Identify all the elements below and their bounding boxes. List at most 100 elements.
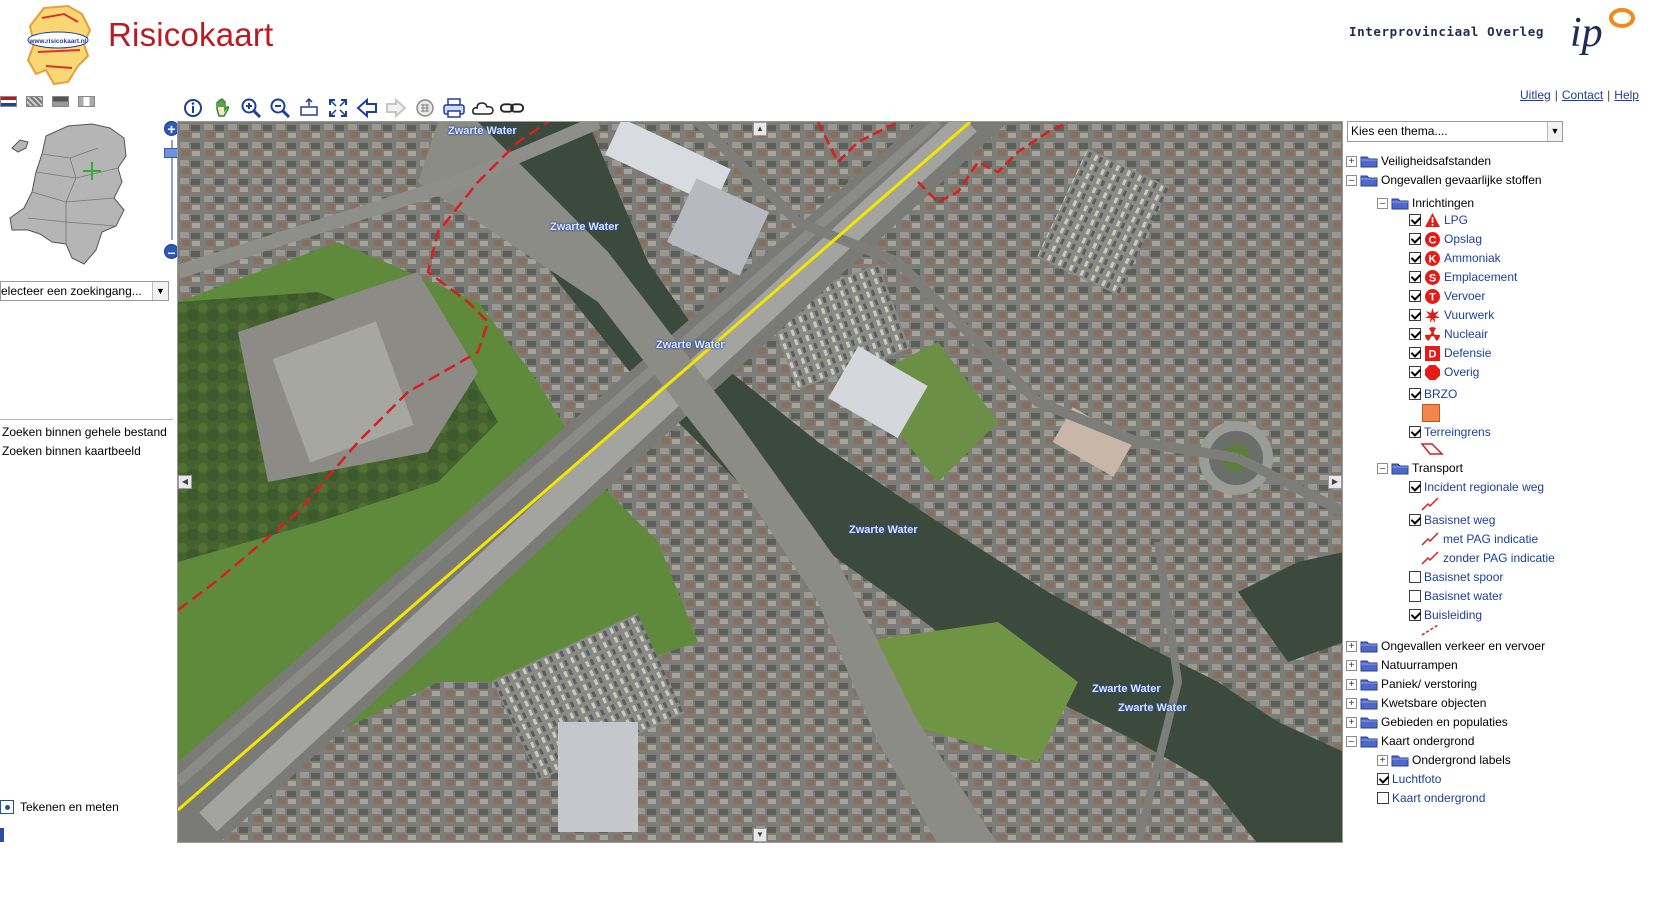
- checkbox[interactable]: [1409, 347, 1421, 359]
- link-icon[interactable]: [499, 96, 525, 120]
- folder-open-icon: [1360, 175, 1378, 187]
- tree-ongevallen-gevaarlijke-stoffen[interactable]: – Ongevallen gevaarlijke stoffen: [1346, 171, 1542, 189]
- overview-map[interactable]: [6, 118, 134, 268]
- pan-down-button[interactable]: ▼: [753, 828, 767, 842]
- layer-incident-regionale-weg[interactable]: Incident regionale weg: [1409, 478, 1544, 496]
- layer-lpg[interactable]: LPG: [1409, 211, 1468, 229]
- collapse-icon[interactable]: –: [1377, 197, 1388, 209]
- chevron-down-icon[interactable]: ▼: [152, 282, 168, 300]
- gray-style-icon[interactable]: [52, 96, 69, 107]
- checkbox[interactable]: [1409, 328, 1421, 340]
- folder-open-icon: [1391, 463, 1409, 475]
- tree-gebieden-populaties[interactable]: + Gebieden en populaties: [1346, 713, 1508, 731]
- tree-natuurrampen[interactable]: + Natuurrampen: [1346, 656, 1458, 674]
- print-icon[interactable]: [441, 96, 467, 120]
- layer-opslag[interactable]: C Opslag: [1409, 230, 1482, 248]
- uitleg-link[interactable]: Uitleg: [1520, 88, 1551, 102]
- expand-icon[interactable]: +: [1346, 155, 1357, 167]
- tree-paniek-verstoring[interactable]: + Paniek/ verstoring: [1346, 675, 1477, 693]
- collapse-icon[interactable]: –: [1377, 462, 1388, 474]
- checkbox[interactable]: [1377, 792, 1389, 804]
- expand-icon[interactable]: +: [1377, 754, 1388, 766]
- layer-luchtfoto[interactable]: Luchtfoto: [1377, 770, 1441, 788]
- info-icon[interactable]: [180, 96, 206, 120]
- pan-right-button[interactable]: ▶: [1328, 475, 1342, 489]
- dutch-flag-icon[interactable]: [0, 96, 17, 107]
- layer-terreingrens[interactable]: Terreingrens: [1409, 423, 1491, 441]
- help-link[interactable]: Help: [1614, 88, 1639, 102]
- pan-up-button[interactable]: ▲: [753, 122, 767, 136]
- checkbox[interactable]: [1409, 366, 1421, 378]
- tree-kaart-ondergrond[interactable]: – Kaart ondergrond: [1346, 732, 1474, 750]
- checkbox[interactable]: [1409, 388, 1421, 400]
- expand-icon[interactable]: +: [1346, 659, 1357, 671]
- layer-nucleair[interactable]: Nucleair: [1409, 325, 1488, 343]
- search-entry-select[interactable]: electeer een zoekingang... ▼: [0, 281, 169, 301]
- tree-inrichtingen[interactable]: – Inrichtingen: [1377, 194, 1474, 212]
- checkbox[interactable]: [1409, 252, 1421, 264]
- checkbox[interactable]: [1409, 590, 1421, 602]
- zoom-extent-icon[interactable]: [296, 96, 322, 120]
- legend-label: zonder PAG indicatie: [1443, 551, 1555, 565]
- checkbox[interactable]: [1409, 481, 1421, 493]
- overig-icon: [1425, 364, 1440, 380]
- checkbox[interactable]: [1409, 214, 1421, 226]
- english-flag-icon[interactable]: [26, 96, 43, 107]
- checkbox[interactable]: [1409, 514, 1421, 526]
- layer-vervoer[interactable]: T Vervoer: [1409, 287, 1485, 305]
- print-style-icon[interactable]: [78, 96, 95, 107]
- layer-overig[interactable]: Overig: [1409, 363, 1479, 381]
- layer-basisnet-water[interactable]: Basisnet water: [1409, 587, 1503, 605]
- layer-buisleiding[interactable]: Buisleiding: [1409, 606, 1482, 624]
- pan-hand-icon[interactable]: [209, 96, 235, 120]
- search-map-view-option[interactable]: Zoeken binnen kaartbeeld: [2, 444, 141, 458]
- layer-basisnet-spoor[interactable]: Basisnet spoor: [1409, 568, 1503, 586]
- checkbox[interactable]: [1377, 773, 1389, 785]
- layer-basisnet-weg[interactable]: Basisnet weg: [1409, 511, 1495, 529]
- layer-brzo[interactable]: BRZO: [1409, 385, 1457, 403]
- map-view[interactable]: Zwarte Water Zwarte Water Zwarte Water Z…: [177, 121, 1343, 843]
- expand-icon[interactable]: +: [1346, 678, 1357, 690]
- chevron-down-icon[interactable]: ▼: [1547, 122, 1562, 141]
- layer-emplacement[interactable]: S Emplacement: [1409, 268, 1517, 286]
- previous-extent-icon[interactable]: [354, 96, 380, 120]
- checkbox[interactable]: [1409, 233, 1421, 245]
- zoom-out-icon[interactable]: [267, 96, 293, 120]
- theme-select[interactable]: Kies een thema.... ▼: [1347, 121, 1563, 142]
- table-icon[interactable]: [412, 96, 438, 120]
- full-extent-icon[interactable]: [325, 96, 351, 120]
- layer-vuurwerk[interactable]: Vuurwerk: [1409, 306, 1494, 324]
- collapse-icon[interactable]: –: [1346, 174, 1357, 186]
- tree-veiligheidsafstanden[interactable]: + Veiligheidsafstanden: [1346, 152, 1491, 170]
- next-extent-icon[interactable]: [383, 96, 409, 120]
- layer-label: Overig: [1444, 365, 1480, 379]
- zoom-in-icon[interactable]: [238, 96, 264, 120]
- expand-icon[interactable]: +: [1346, 716, 1357, 728]
- tree-ongevallen-verkeer[interactable]: + Ongevallen verkeer en vervoer: [1346, 637, 1545, 655]
- contact-link[interactable]: Contact: [1562, 88, 1603, 102]
- checkbox[interactable]: [1409, 426, 1421, 438]
- draw-measure-toggle[interactable]: Tekenen en meten: [0, 800, 119, 814]
- checkbox[interactable]: [1409, 271, 1421, 283]
- panel-edge-marker: [0, 828, 4, 842]
- checkbox[interactable]: [1409, 609, 1421, 621]
- expand-icon[interactable]: +: [1346, 697, 1357, 709]
- radio-icon[interactable]: [0, 800, 14, 814]
- checkbox[interactable]: [1409, 309, 1421, 321]
- tree-kwetsbare-objecten[interactable]: + Kwetsbare objecten: [1346, 694, 1486, 712]
- search-whole-file-option[interactable]: Zoeken binnen gehele bestand: [2, 425, 167, 439]
- checkbox[interactable]: [1409, 571, 1421, 583]
- pan-left-button[interactable]: ◀: [178, 475, 192, 489]
- folder-icon: [1360, 679, 1378, 691]
- cloud-icon[interactable]: [470, 96, 496, 120]
- layer-defensie[interactable]: D Defensie: [1409, 344, 1491, 362]
- layer-ammoniak[interactable]: K Ammoniak: [1409, 249, 1501, 267]
- checkbox[interactable]: [1409, 290, 1421, 302]
- tree-transport[interactable]: – Transport: [1377, 459, 1463, 477]
- layer-kaart-ondergrond[interactable]: Kaart ondergrond: [1377, 789, 1485, 807]
- tree-ondergrond-labels[interactable]: + Ondergrond labels: [1377, 751, 1511, 769]
- expand-icon[interactable]: +: [1346, 640, 1357, 652]
- legend-zonder-pag: zonder PAG indicatie: [1420, 549, 1555, 567]
- collapse-icon[interactable]: –: [1346, 735, 1357, 747]
- vuurwerk-icon: [1425, 307, 1440, 323]
